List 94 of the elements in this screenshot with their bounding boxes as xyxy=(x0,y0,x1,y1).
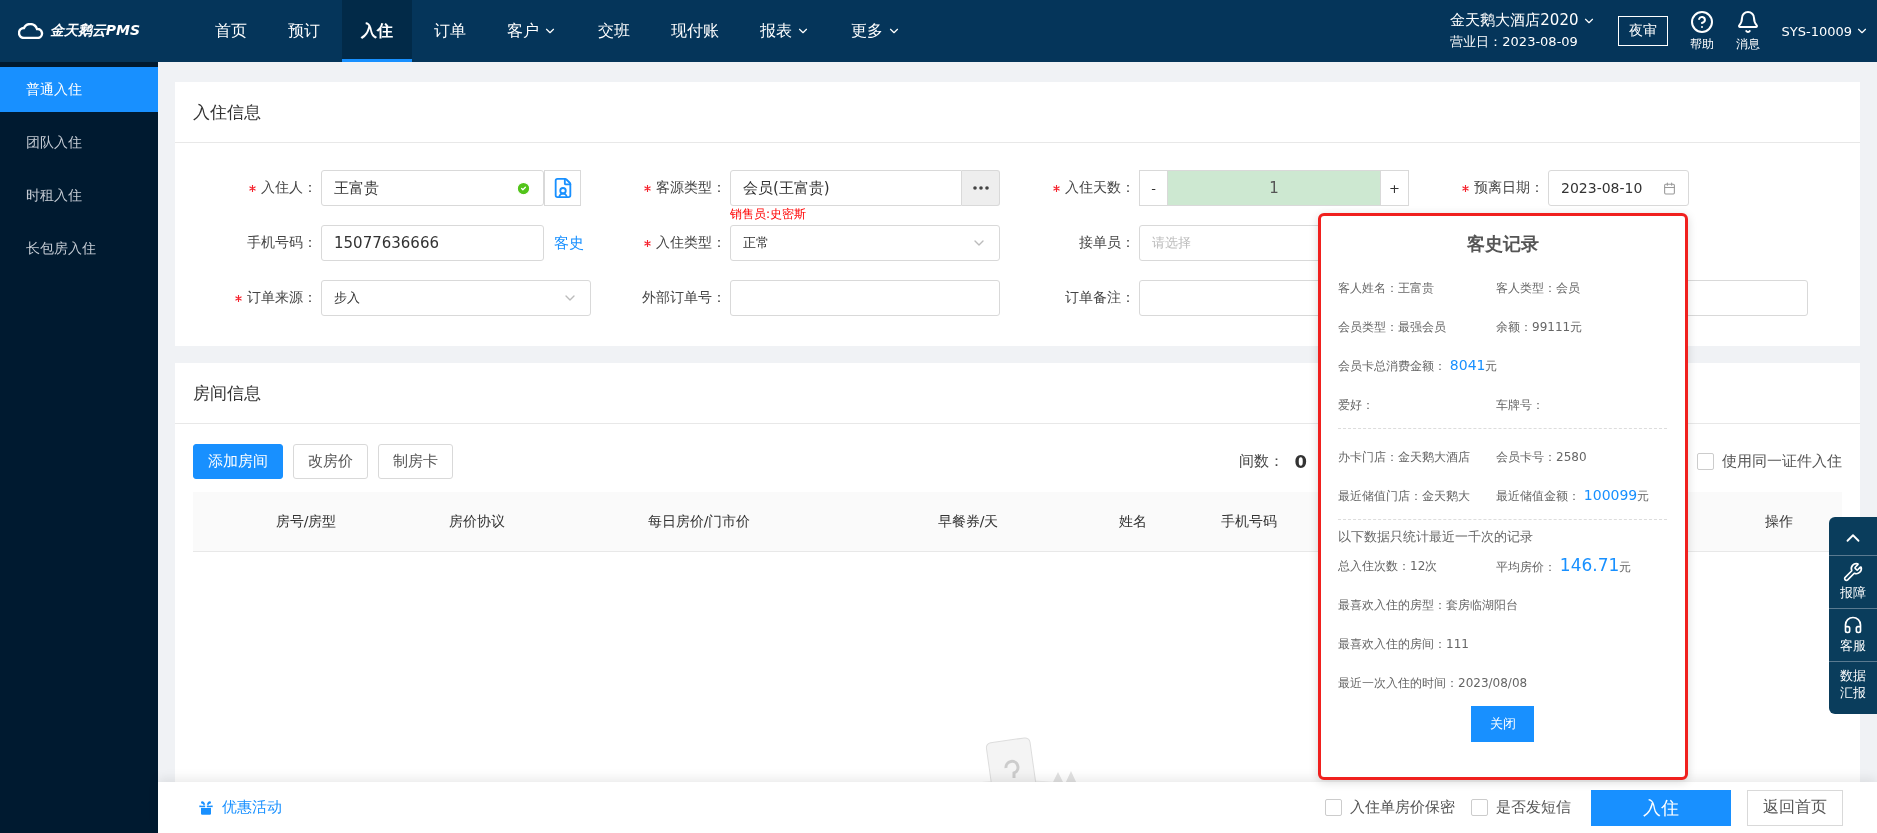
history-entry: 会员卡号：2580 xyxy=(1496,448,1587,466)
checkbox[interactable] xyxy=(1697,453,1714,470)
column-header: 房价协议 xyxy=(448,512,506,531)
action-button[interactable]: 改房价 xyxy=(293,444,368,479)
user-menu[interactable]: SYS-10009 xyxy=(1781,23,1869,39)
history-entry: 客人类型：会员 xyxy=(1496,279,1580,297)
side-tool[interactable]: 报障 xyxy=(1829,556,1877,609)
field-label: 客源类型： xyxy=(656,179,726,197)
nav-tab[interactable]: 更多 xyxy=(832,0,920,62)
history-entry: 最近一次入住的时间：2023/08/08 xyxy=(1338,674,1528,692)
field-label: 入住人： xyxy=(261,179,317,197)
back-home-button[interactable]: 返回首页 xyxy=(1747,789,1843,826)
required-icon xyxy=(249,184,256,192)
nav-tab[interactable]: 订单 xyxy=(415,0,485,62)
popup-note: 以下数据只统计最近一千次的记录 xyxy=(1338,528,1534,546)
number-field[interactable]: 1 xyxy=(1168,170,1380,206)
nav-tab[interactable]: 现付账 xyxy=(652,0,738,62)
required-icon xyxy=(1053,184,1060,192)
nav-tab[interactable]: 首页 xyxy=(196,0,266,62)
wrench-icon xyxy=(1843,562,1863,582)
bell-icon xyxy=(1735,9,1760,34)
history-entry: 车牌号： xyxy=(1496,396,1544,414)
id-card-button[interactable] xyxy=(544,170,581,206)
headset-icon xyxy=(1843,614,1863,635)
history-entry: 总入住次数：12次 xyxy=(1338,557,1438,575)
decrement-button[interactable]: - xyxy=(1139,170,1168,206)
field-label: 入住类型： xyxy=(656,234,726,252)
column-header: 每日房价/门市价 xyxy=(646,512,752,531)
history-entry: 最喜欢入住的房间：111 xyxy=(1338,635,1469,653)
column-header: 姓名 xyxy=(1118,512,1148,531)
date-field[interactable]: 2023-08-10 xyxy=(1548,170,1689,206)
select-field[interactable]: 正常 xyxy=(730,225,1000,261)
room-count: 0 xyxy=(1294,451,1307,472)
checkbox-label: 是否发短信 xyxy=(1496,798,1571,817)
side-tool[interactable]: 数据汇报 xyxy=(1829,661,1877,708)
checkbox-label: 入住单房价保密 xyxy=(1350,798,1455,817)
field-label: 接单员： xyxy=(1079,234,1135,252)
help-button[interactable]: 帮助 xyxy=(1689,9,1714,53)
checkbox[interactable] xyxy=(1471,799,1488,816)
history-entry: 最喜欢入住的房型：套房临湖阳台 xyxy=(1338,596,1518,614)
sidebar-item[interactable]: 团队入住 xyxy=(0,120,158,165)
column-header: 手机号码 xyxy=(1220,512,1278,531)
field-label: 外部订单号： xyxy=(642,289,726,307)
history-entry: 爱好： xyxy=(1338,396,1374,414)
salesperson-note: 销售员:史密斯 xyxy=(730,206,807,223)
cloud-logo-icon xyxy=(17,23,44,39)
history-entry: 会员类型：最强会员 xyxy=(1338,318,1446,336)
column-header: 早餐券/天 xyxy=(936,512,1000,531)
action-button[interactable]: 制房卡 xyxy=(378,444,453,479)
messages-button[interactable]: 消息 xyxy=(1735,9,1760,53)
popup-title: 客史记录 xyxy=(1465,232,1540,256)
nav-tab[interactable]: 客户 xyxy=(488,0,576,62)
input-field[interactable]: 15077636666 xyxy=(321,225,544,261)
history-entry: 客人姓名：王富贵 xyxy=(1338,279,1434,297)
history-entry: 余额：99111元 xyxy=(1496,318,1583,336)
hotel-selector[interactable]: 金天鹅大酒店2020 xyxy=(1450,11,1596,30)
checkbox-label: 使用同一证件入住 xyxy=(1722,452,1842,471)
side-tool[interactable]: 客服 xyxy=(1829,608,1877,662)
more-icon xyxy=(972,186,989,190)
field-label: 入住天数： xyxy=(1065,179,1135,197)
history-entry: 平均房价： 146.71元 xyxy=(1496,555,1632,576)
nav-tab[interactable]: 交班 xyxy=(579,0,649,62)
required-icon xyxy=(644,184,651,192)
required-icon xyxy=(1462,184,1469,192)
nav-tab[interactable]: 预订 xyxy=(269,0,339,62)
sidebar-item[interactable]: 长包房入住 xyxy=(0,226,158,271)
history-entry: 办卡门店：金天鹅大酒店 xyxy=(1338,448,1470,466)
column-header: 操作 xyxy=(1764,512,1794,531)
select-field[interactable]: 步入 xyxy=(321,280,591,316)
history-entry: 最近储值门店：金天鹅大 xyxy=(1338,487,1470,505)
checkbox[interactable] xyxy=(1325,799,1342,816)
night-audit-button[interactable]: 夜审 xyxy=(1617,16,1668,46)
field-label: 订单来源： xyxy=(247,289,317,307)
required-icon xyxy=(644,239,651,247)
input-field[interactable]: 王富贵 xyxy=(321,170,544,206)
calendar-icon xyxy=(1663,181,1676,195)
required-icon xyxy=(235,294,242,302)
logo-text: 金天鹅云PMS xyxy=(49,22,141,40)
room-count-label: 间数： xyxy=(1239,452,1285,471)
nav-tab[interactable]: 报表 xyxy=(741,0,829,62)
column-header: 房号/房型 xyxy=(274,512,338,531)
nav-tab[interactable]: 入住 xyxy=(342,0,412,62)
sidebar-item[interactable]: 时租入住 xyxy=(0,173,158,218)
business-date: 营业日：2023-08-09 xyxy=(1450,33,1579,51)
input-field[interactable]: 会员(王富贵) xyxy=(730,170,962,206)
field-label: 订单备注： xyxy=(1065,289,1135,307)
input-field[interactable] xyxy=(730,280,1000,316)
field-label: 预离日期： xyxy=(1474,179,1544,197)
increment-button[interactable]: + xyxy=(1380,170,1409,206)
more-button[interactable] xyxy=(962,170,1000,206)
field-label: 手机号码： xyxy=(247,234,317,252)
help-icon xyxy=(1689,9,1714,34)
history-entry: 最近储值金额： 100099元 xyxy=(1496,486,1650,505)
section-title: 入住信息 xyxy=(175,82,1860,143)
